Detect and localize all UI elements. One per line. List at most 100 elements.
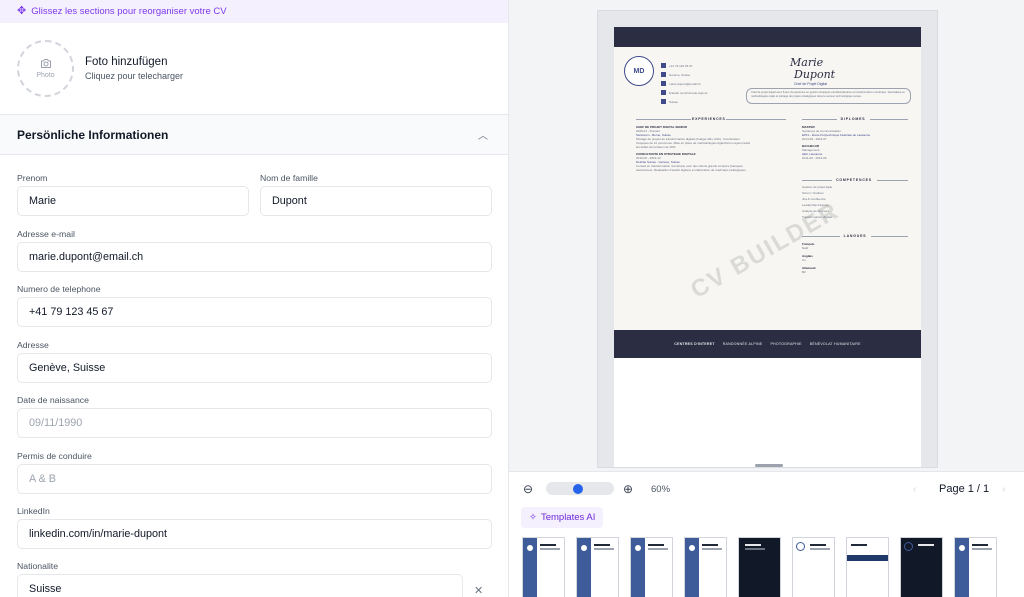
location-icon	[661, 72, 666, 77]
photo-title: Foto hinzufügen	[85, 56, 168, 68]
cv-skill: Scrum / Kanban	[802, 191, 824, 195]
cv-contact: linkedin.com/in/marie-dupont	[669, 90, 708, 95]
cv-contact: Genève, Suisse	[669, 72, 691, 77]
phone-label: Numero de telephone	[17, 284, 101, 294]
divider	[871, 236, 908, 237]
template-thumbnail[interactable]	[846, 537, 889, 597]
license-label: Permis de conduire	[17, 451, 92, 461]
cv-section-diplomes: DIPLOMES	[840, 117, 866, 121]
divider	[802, 119, 837, 120]
photo-subtitle: Cliquez pour telecharger	[85, 71, 184, 81]
templates-ai-button[interactable]: ✧ Templates AI	[521, 507, 604, 528]
linkedin-icon	[661, 90, 666, 95]
template-thumbnail[interactable]	[900, 537, 943, 597]
cv-language-level: C1	[802, 258, 806, 262]
cv-interest: RANDONNÉE ALPINE	[722, 342, 763, 346]
template-thumbnail[interactable]	[684, 537, 727, 597]
zoom-out-icon[interactable]: ⊖	[523, 482, 533, 496]
camera-icon	[40, 59, 51, 68]
license-input[interactable]: A & B	[17, 464, 492, 494]
nationality-label: Nationalite	[17, 561, 59, 571]
nationality-input[interactable]: Suisse	[17, 574, 463, 597]
cv-header-band	[614, 27, 921, 47]
zoom-in-icon[interactable]: ⊕	[623, 482, 633, 496]
cv-contact: marie.dupont@email.ch	[669, 81, 701, 86]
photo-upload-button[interactable]: Photo	[17, 40, 74, 97]
chevron-up-icon[interactable]: ︿	[478, 127, 488, 142]
cv-section-competences: COMPETENCES	[836, 178, 872, 182]
template-thumbnail[interactable]	[792, 537, 835, 597]
template-thumbnail[interactable]	[954, 537, 997, 597]
mail-icon	[661, 81, 666, 86]
cv-job-desc: les délais de livraison de 30%.	[636, 145, 677, 149]
close-icon[interactable]: ✕	[474, 584, 483, 597]
template-thumbnail[interactable]	[522, 537, 565, 597]
templates-ai-label: Templates AI	[540, 512, 596, 523]
address-label: Adresse	[17, 340, 49, 350]
sparkle-icon: ✧	[529, 512, 537, 523]
reorder-hint: ✥ Glissez les sections pour reorganiser …	[0, 0, 508, 23]
photo-placeholder-label: Photo	[36, 72, 55, 79]
flag-icon	[661, 99, 666, 104]
move-icon: ✥	[17, 5, 27, 17]
linkedin-input[interactable]: linkedin.com/in/marie-dupont	[17, 519, 492, 549]
cv-section-experiences: EXPERIENCES	[692, 117, 726, 121]
phone-icon	[661, 63, 666, 68]
chevron-right-icon[interactable]: ›	[1002, 484, 1005, 495]
resize-handle[interactable]	[755, 464, 783, 467]
cv-language-level: B2	[802, 270, 806, 274]
cv-job-desc: assurances). Réalisation d'audits digita…	[636, 168, 747, 172]
reorder-hint-text: Glissez les sections pour reorganiser vo…	[31, 6, 227, 17]
phone-input[interactable]: +41 79 123 45 67	[17, 297, 492, 327]
cv-monogram: MD	[624, 56, 654, 86]
cv-section-langues: LANGUES	[843, 234, 867, 238]
divider	[802, 180, 832, 181]
zoom-value: 60%	[651, 484, 671, 495]
nom-label: Nom de famille	[260, 173, 318, 183]
address-input[interactable]: Genève, Suisse	[17, 353, 492, 383]
cv-footer: CENTRES D'INTERET RANDONNÉE ALPINE PHOTO…	[614, 330, 921, 358]
divider	[877, 180, 908, 181]
cv-page: MD +41 79 123 45 67 Genève, Suisse marie…	[614, 27, 921, 467]
cv-interests-label: CENTRES D'INTERET	[674, 342, 715, 346]
prenom-input[interactable]: Marie	[17, 186, 249, 216]
birthdate-label: Date de naissance	[17, 395, 89, 405]
divider	[726, 119, 786, 120]
email-label: Adresse e-mail	[17, 229, 75, 239]
divider	[636, 119, 691, 120]
cv-skill: Jira & Confluence	[802, 197, 826, 201]
editor-panel: ✥ Glissez les sections pour reorganiser …	[0, 0, 509, 597]
preview-panel: MD +41 79 123 45 67 Genève, Suisse marie…	[509, 0, 1024, 597]
template-thumbnail[interactable]	[630, 537, 673, 597]
zoom-slider-knob[interactable]	[573, 484, 583, 494]
cv-summary: Chef de projet digital avec 8 ans d'expé…	[746, 88, 911, 104]
cv-contact: +41 79 123 45 67	[669, 63, 693, 68]
cv-edu-date: 2014-09 - 2016-07	[802, 137, 827, 141]
cv-contact: Suisse	[669, 99, 679, 104]
cv-edu-date: 2011-09 - 2014-06	[802, 156, 827, 160]
preview-frame: MD +41 79 123 45 67 Genève, Suisse marie…	[598, 11, 937, 467]
chevron-left-icon[interactable]: ‹	[913, 484, 916, 495]
cv-interest: PHOTOGRAPHIE	[770, 342, 802, 346]
zoom-slider[interactable]	[546, 482, 614, 495]
cv-language-level: Natif	[802, 246, 809, 250]
cv-skill: Gestion de projet Agile	[802, 185, 833, 189]
prenom-label: Prenom	[17, 173, 48, 183]
personal-info-header[interactable]: Persönliche Informationen ︿	[0, 115, 508, 155]
birthdate-input[interactable]: 09/11/1990	[17, 408, 492, 438]
template-thumbnails	[522, 537, 997, 597]
template-thumbnail[interactable]	[738, 537, 781, 597]
cv-interest: BÉNÉVOLAT HUMANITAIRE	[809, 342, 861, 346]
cv-role: Chef de Projet Digital	[794, 82, 828, 86]
linkedin-label: LinkedIn	[17, 506, 50, 516]
divider	[870, 119, 908, 120]
preview-toolbar: ⊖ ⊕ 60% ‹ Page 1 / 1 › ✧ Templates AI	[509, 471, 1024, 597]
template-thumbnail[interactable]	[576, 537, 619, 597]
cv-last-name: Dupont	[794, 68, 836, 81]
photo-upload-row[interactable]: Photo Foto hinzufügen Cliquez pour telec…	[0, 23, 508, 115]
nom-input[interactable]: Dupont	[260, 186, 492, 216]
email-input[interactable]: marie.dupont@email.ch	[17, 242, 492, 272]
page-indicator: Page 1 / 1	[939, 483, 990, 495]
cv-contacts: +41 79 123 45 67 Genève, Suisse marie.du…	[661, 61, 707, 106]
section-title: Persönliche Informationen	[17, 127, 169, 142]
